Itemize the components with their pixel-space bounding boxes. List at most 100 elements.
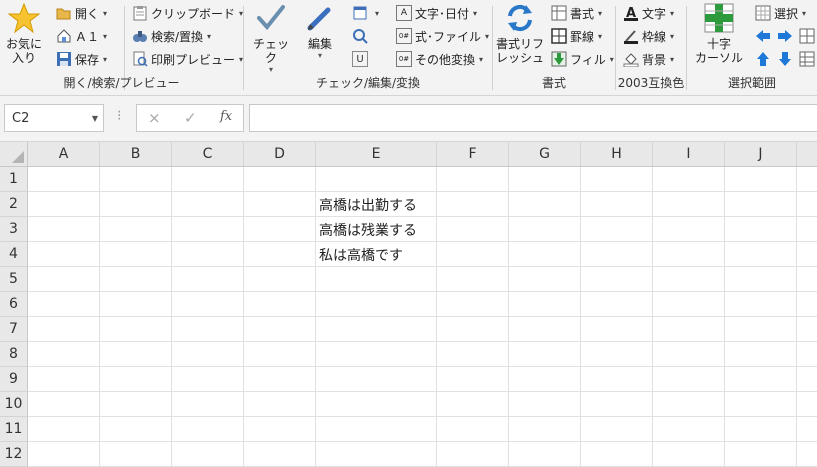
select-all-corner[interactable] — [0, 142, 28, 167]
print-preview-label: 印刷プレビュー — [151, 52, 236, 67]
drag-handle-icon[interactable]: ⁝ — [117, 108, 121, 124]
column-header-e[interactable]: E — [316, 142, 437, 167]
move-left-button[interactable] — [755, 25, 774, 47]
text-color-label: 文字 — [642, 6, 667, 21]
row-gridline — [28, 241, 817, 242]
formula-bar: C2 ▼ ⁝ × ✓ fx — [0, 96, 817, 142]
group-open-search-preview: お気に 入り 開く ▾ Ａ１ ▾ 保存 ▾ クリップボード ▾ 検索/置換 ▾ 印刷プレビ… — [0, 0, 243, 96]
group-label-format: 書式 — [541, 76, 566, 90]
row-gridline — [28, 191, 817, 192]
cell-e2[interactable]: 高橋は出勤する — [316, 192, 417, 217]
arrow-left-icon — [755, 28, 771, 44]
column-header-b[interactable]: B — [100, 142, 172, 167]
format-refresh-label: 書式リフ レッシュ — [495, 37, 544, 65]
name-box[interactable]: C2 ▼ — [4, 104, 104, 132]
open-label: 開く — [75, 6, 100, 21]
border-color-button[interactable]: 枠線 ▾ — [623, 25, 674, 47]
binoculars-icon — [132, 28, 148, 44]
background-color-button[interactable]: 背景 ▾ — [623, 48, 674, 70]
clipboard-label: クリップボード — [151, 6, 236, 21]
favorites-button[interactable]: お気に 入り — [2, 2, 46, 65]
group-label-open-search-preview: 開く/検索/プレビュー — [63, 76, 180, 90]
fx-icon[interactable]: fx — [220, 109, 232, 124]
cross-cursor-button[interactable]: 十字 カーソル — [691, 2, 747, 65]
border-button[interactable]: 罫線 ▾ — [551, 25, 602, 47]
column-header-d[interactable]: D — [244, 142, 316, 167]
underline-icon: U — [352, 51, 368, 67]
column-header-j[interactable]: J — [725, 142, 797, 167]
column-header-k[interactable] — [797, 142, 817, 167]
clipboard-button[interactable]: クリップボード ▾ — [132, 2, 243, 24]
border-color-label: 枠線 — [642, 29, 667, 44]
column-header-g[interactable]: G — [509, 142, 581, 167]
other-convert-label: その他変換 — [415, 52, 476, 67]
formula-file-button[interactable]: 0# 式･ファイル ▾ — [396, 25, 489, 47]
a1-label: Ａ１ — [75, 29, 100, 44]
row-header-3[interactable]: 3 — [0, 217, 28, 242]
row-header-6[interactable]: 6 — [0, 292, 28, 317]
save-label: 保存 — [75, 52, 100, 67]
column-header-a[interactable]: A — [28, 142, 100, 167]
open-button[interactable]: 開く ▾ — [56, 2, 107, 24]
cell-e3[interactable]: 高橋は残業する — [316, 217, 417, 242]
a1-button[interactable]: Ａ１ ▾ — [56, 25, 107, 47]
row-header-7[interactable]: 7 — [0, 317, 28, 342]
sheet-tool-button[interactable]: ▾ — [352, 2, 379, 24]
save-button[interactable]: 保存 ▾ — [56, 48, 107, 70]
column-header-h[interactable]: H — [581, 142, 653, 167]
move-up-button[interactable] — [755, 48, 774, 70]
text-color-button[interactable]: A 文字 ▾ — [623, 2, 674, 24]
underline-button[interactable]: U — [352, 48, 371, 70]
select-grid-icon — [755, 5, 771, 21]
row-header-4[interactable]: 4 — [0, 242, 28, 267]
row-gridline — [28, 291, 817, 292]
row-header-12[interactable]: 12 — [0, 442, 28, 467]
move-right-button[interactable] — [777, 25, 796, 47]
other-convert-button[interactable]: 0# その他変換 ▾ — [396, 48, 483, 70]
format-icon — [551, 5, 567, 21]
group-label-check-edit-convert: チェック/編集/変換 — [315, 76, 421, 90]
cell-e4[interactable]: 私は高橋です — [316, 242, 403, 267]
select-table-button[interactable] — [799, 48, 817, 70]
fill-down-icon — [551, 51, 567, 67]
border-color-icon — [623, 28, 639, 44]
move-down-button[interactable] — [777, 48, 796, 70]
column-header-c[interactable]: C — [172, 142, 244, 167]
cancel-icon[interactable]: × — [148, 109, 161, 127]
formula-file-icon: 0# — [396, 28, 412, 44]
ribbon: お気に 入り 開く ▾ Ａ１ ▾ 保存 ▾ クリップボード ▾ 検索/置換 ▾ 印刷プレビ… — [0, 0, 817, 96]
column-header-i[interactable]: I — [653, 142, 725, 167]
select-region-button[interactable] — [799, 25, 817, 47]
row-header-10[interactable]: 10 — [0, 392, 28, 417]
text-date-button[interactable]: A 文字･日付 ▾ — [396, 2, 477, 24]
select-button[interactable]: 選択 ▾ — [755, 2, 806, 24]
zoom-button[interactable] — [352, 25, 371, 47]
row-header-5[interactable]: 5 — [0, 267, 28, 292]
row-gridline — [28, 316, 817, 317]
arrow-up-icon — [755, 51, 771, 67]
chevron-down-icon: ▾ — [317, 51, 322, 60]
row-header-2[interactable]: 2 — [0, 192, 28, 217]
find-replace-label: 検索/置換 — [151, 29, 204, 44]
check-button[interactable]: チェック ▾ — [250, 2, 292, 75]
format-refresh-button[interactable]: 書式リフ レッシュ — [495, 2, 545, 65]
row-header-11[interactable]: 11 — [0, 417, 28, 442]
row-header-9[interactable]: 9 — [0, 367, 28, 392]
print-preview-icon — [132, 51, 148, 67]
enter-icon[interactable]: ✓ — [184, 109, 197, 127]
formula-input[interactable] — [249, 104, 817, 132]
group-label-selection: 選択範囲 — [727, 76, 776, 90]
cross-cursor-label: 十字 カーソル — [694, 37, 743, 65]
row-header-1[interactable]: 1 — [0, 167, 28, 192]
fill-button[interactable]: フィル ▾ — [551, 48, 614, 70]
row-header-8[interactable]: 8 — [0, 342, 28, 367]
column-gridline — [652, 167, 653, 467]
name-box-value: C2 — [12, 110, 30, 126]
format-button[interactable]: 書式 ▾ — [551, 2, 602, 24]
print-preview-button[interactable]: 印刷プレビュー ▾ — [132, 48, 243, 70]
column-header-f[interactable]: F — [437, 142, 509, 167]
edit-button[interactable]: 編集 ▾ — [300, 2, 340, 61]
find-replace-button[interactable]: 検索/置換 ▾ — [132, 25, 211, 47]
column-gridline — [724, 167, 725, 467]
chevron-down-icon[interactable]: ▼ — [92, 114, 98, 123]
